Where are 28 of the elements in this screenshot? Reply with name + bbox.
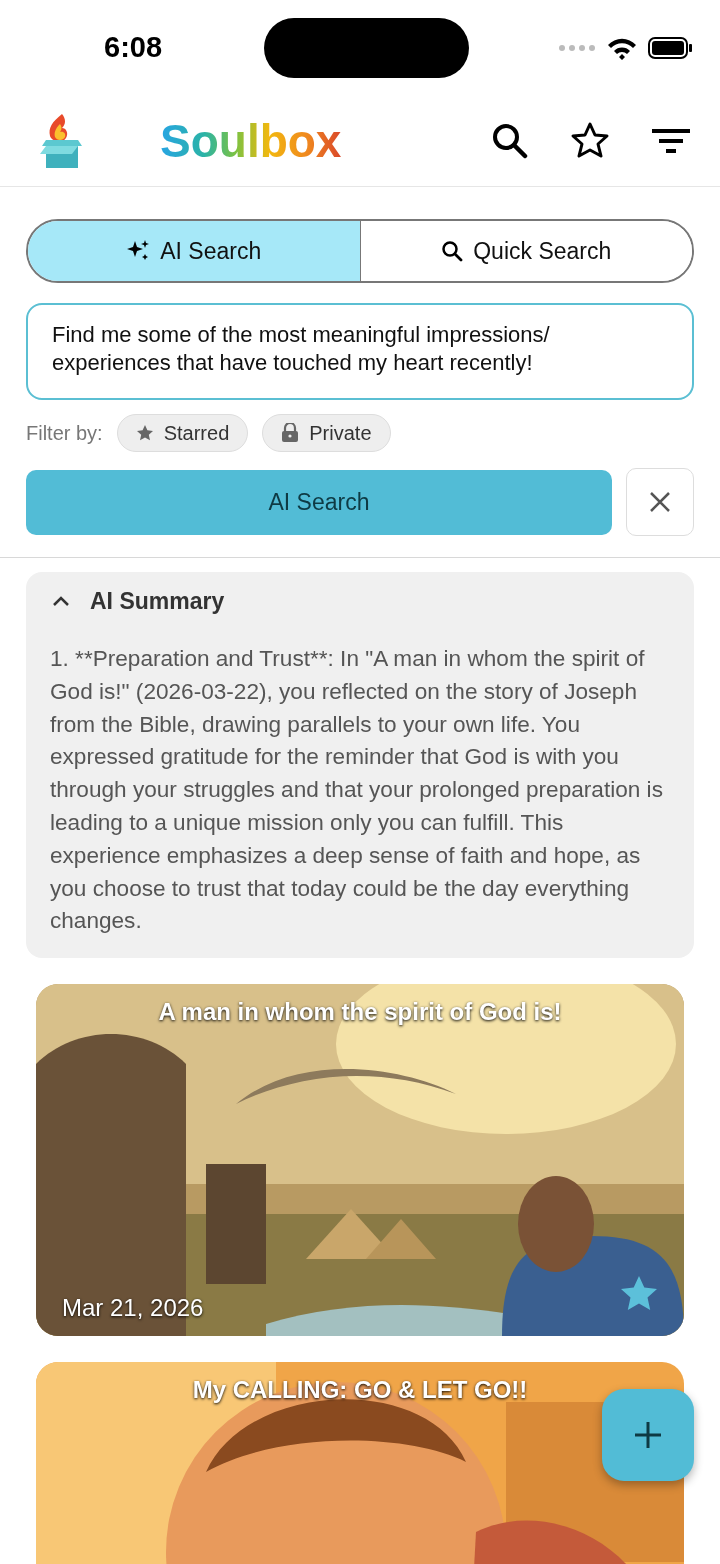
search-mode-tab[interactable]: AI Search bbox=[28, 221, 360, 281]
ai-search-button[interactable]: AI Search bbox=[26, 470, 612, 535]
entry-title: A man in whom the spirit of God is! bbox=[157, 998, 563, 1027]
search-mode-tab[interactable]: Quick Search bbox=[359, 221, 692, 281]
signal-icon bbox=[558, 42, 596, 53]
query-field[interactable]: Find me some of the most meaningful impressions/ experiences that have touched my heart recently! bbox=[26, 303, 694, 400]
entry-card[interactable]: A man in whom the spirit of God is! Mar 21, 2026 bbox=[36, 984, 684, 1337]
chevron-up-icon bbox=[52, 595, 70, 608]
search-icon bbox=[492, 122, 528, 159]
status-time: 6:08 bbox=[104, 31, 164, 64]
plus-icon bbox=[635, 1422, 661, 1448]
filter-label: Filter by: bbox=[26, 421, 103, 445]
lock-icon bbox=[281, 423, 300, 443]
clear-button[interactable] bbox=[626, 468, 694, 536]
entry-date: Mar 21, 2026 bbox=[62, 1294, 204, 1323]
search-icon bbox=[441, 240, 464, 262]
search-button[interactable] bbox=[492, 122, 528, 159]
filter-button[interactable] bbox=[652, 128, 690, 153]
filter-chip[interactable]: Private bbox=[262, 414, 391, 452]
close-icon bbox=[649, 491, 671, 513]
star-icon bbox=[135, 424, 154, 442]
add-button[interactable] bbox=[602, 1389, 694, 1481]
filter-chip[interactable]: Starred bbox=[116, 414, 249, 452]
summary-toggle[interactable]: AI Summary bbox=[50, 588, 225, 615]
entry-title: My CALLING: GO & LET GO!! bbox=[191, 1376, 529, 1405]
battery-icon bbox=[648, 36, 692, 59]
filter-icon bbox=[652, 128, 690, 153]
summary-text: 1. **Preparation and Trust**: In "A man in whom the spirit of God is!" (2026-03-22), you reflected on the story of Joseph from the Bible, drawing parallels to your own life. You expressed gratitude for the reminder that God is with you through your struggles and that your prolonged preparation is leading to a unique mission only you can fulfill. This experience emphasizes a deep sense of faith and hope, as you choose to trust that today could be the day everything changes. bbox=[50, 645, 664, 936]
